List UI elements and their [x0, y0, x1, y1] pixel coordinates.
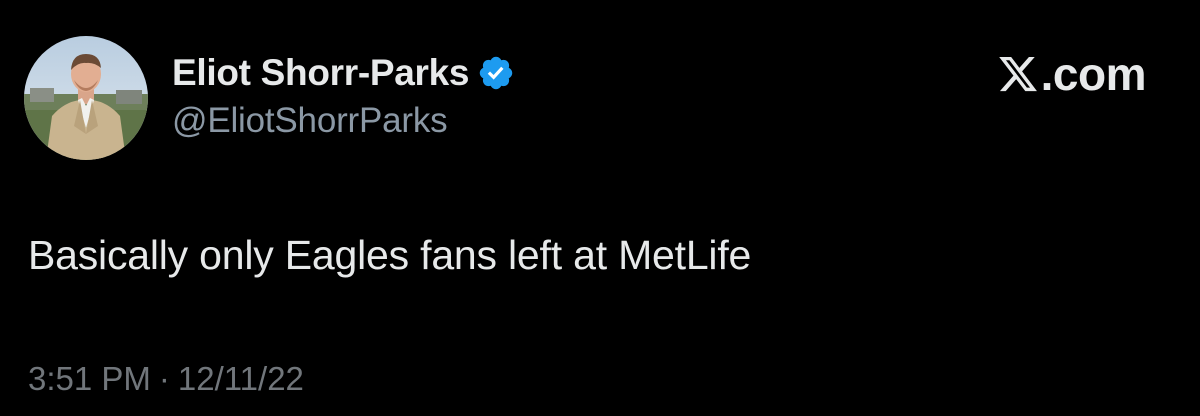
tweet-time[interactable]: 3:51 PM [28, 360, 151, 398]
tweet-meta: 3:51 PM · 12/11/22 [28, 360, 304, 398]
avatar[interactable] [24, 36, 148, 160]
verified-badge-icon [477, 54, 515, 92]
meta-separator: · [158, 360, 170, 397]
tweet-text: Basically only Eagles fans left at MetLi… [28, 232, 752, 278]
brand-watermark: .com [997, 48, 1147, 100]
tweet-date[interactable]: 12/11/22 [178, 360, 304, 398]
x-logo-icon [997, 53, 1039, 95]
author-name-row: Eliot Shorr-Parks [172, 50, 515, 96]
tweet-card: Eliot Shorr-Parks @EliotShorrParks .com … [0, 0, 1200, 416]
brand-domain-text: .com [1040, 48, 1147, 100]
author-display-name[interactable]: Eliot Shorr-Parks [172, 52, 469, 94]
profile-photo [24, 36, 148, 160]
author-handle[interactable]: @EliotShorrParks [172, 101, 448, 141]
